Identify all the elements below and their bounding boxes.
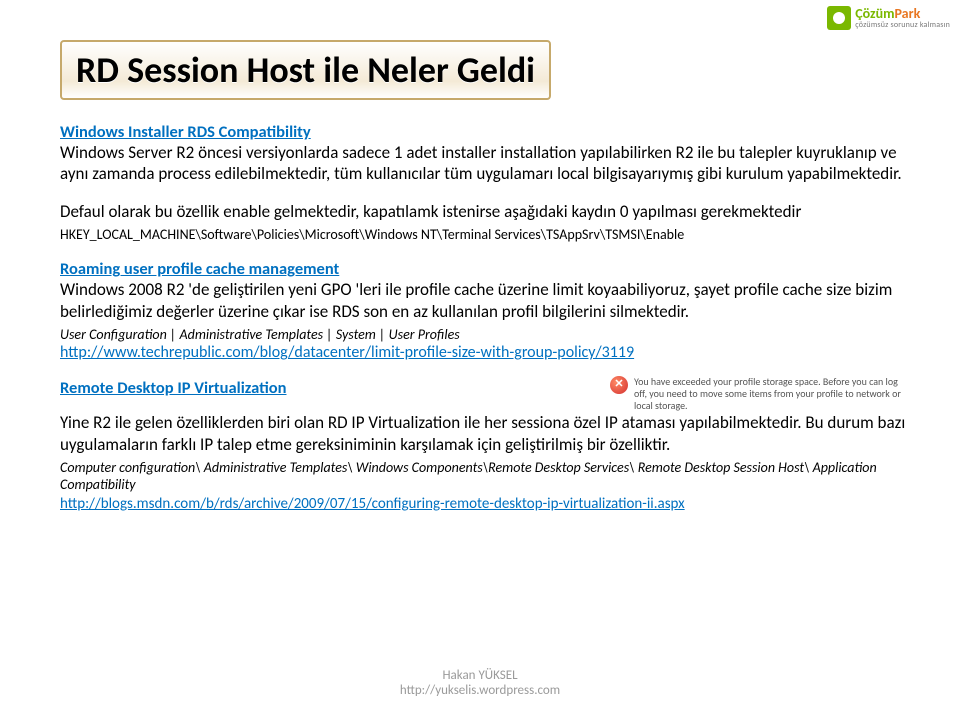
heading-installer-link[interactable]: Windows Installer RDS Compatibility <box>60 122 311 142</box>
slide-footer: Hakan YÜKSEL http://yukselis.wordpress.c… <box>0 668 960 699</box>
section-installer: Windows Installer RDS Compatibility Wind… <box>60 122 910 185</box>
installer-p1: Windows Server R2 öncesi versiyonlarda s… <box>60 142 910 185</box>
heading-roaming-link[interactable]: Roaming user profile cache management <box>60 259 339 279</box>
footer-author: Hakan YÜKSEL <box>0 668 960 684</box>
heading-remoteip-link[interactable]: Remote Desktop IP Virtualization <box>60 378 286 398</box>
section-installer-reg: Defaul olarak bu özellik enable gelmekte… <box>60 201 910 244</box>
logo-text: ÇözümPark çözümsüz sorunuz kalmasın <box>855 7 950 29</box>
storage-warning-text: You have exceeded your profile storage s… <box>634 376 910 412</box>
title-box: RD Session Host ile Neler Geldi <box>60 40 551 100</box>
footer-url: http://yukselis.wordpress.com <box>0 683 960 699</box>
roaming-gpo-path: User Configuration | Administrative Temp… <box>60 326 910 344</box>
brand-logo: ÇözümPark çözümsüz sorunuz kalmasın <box>827 6 950 30</box>
page-title: RD Session Host ile Neler Geldi <box>76 48 535 92</box>
logo-tagline: çözümsüz sorunuz kalmasın <box>855 21 950 29</box>
installer-reg-path: HKEY_LOCAL_MACHINE\Software\Policies\Mic… <box>60 226 910 244</box>
roaming-url-link[interactable]: http://www.techrepublic.com/blog/datacen… <box>60 343 634 362</box>
section-roaming: Roaming user profile cache management Wi… <box>60 259 910 362</box>
installer-p2: Defaul olarak bu özellik enable gelmekte… <box>60 201 910 222</box>
roaming-p1: Windows 2008 R2 'de geliştirilen yeni GP… <box>60 279 910 322</box>
slide-content: RD Session Host ile Neler Geldi Windows … <box>60 40 910 523</box>
section-remote-ip: Remote Desktop IP Virtualization You hav… <box>60 378 910 513</box>
logo-mark-icon <box>827 6 851 30</box>
error-icon <box>610 376 628 394</box>
remoteip-p1: Yine R2 ile gelen özelliklerden biri ola… <box>60 412 910 455</box>
storage-warning-callout: You have exceeded your profile storage s… <box>610 376 910 412</box>
remoteip-url-link[interactable]: http://blogs.msdn.com/b/rds/archive/2009… <box>60 495 685 513</box>
remoteip-gpo-path: Computer configuration\ Administrative T… <box>60 459 910 494</box>
